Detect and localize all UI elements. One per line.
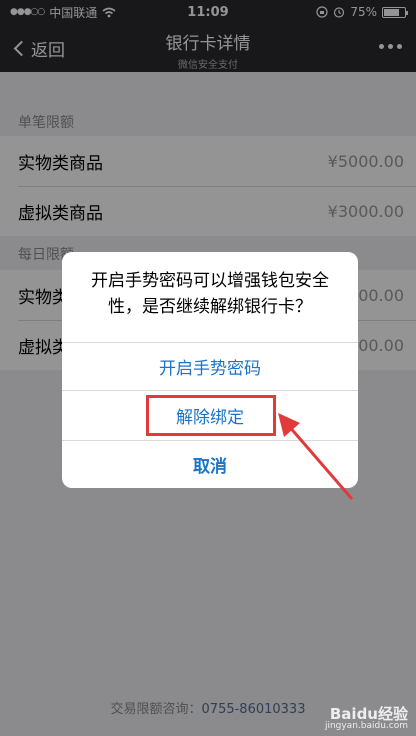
red-arrow-icon [278, 413, 354, 500]
dialog-message: 开启手势密码可以增强钱包安全性，是否继续解绑银行卡？ [91, 271, 329, 317]
watermark: Baidu经验 jingyan.baidu.com [325, 706, 408, 732]
watermark-logo: Baidu经验 [329, 704, 408, 723]
enable-gesture-password-button[interactable]: 开启手势密码 [62, 342, 358, 390]
watermark-url: jingyan.baidu.com [324, 721, 408, 732]
highlight-box [146, 395, 276, 436]
